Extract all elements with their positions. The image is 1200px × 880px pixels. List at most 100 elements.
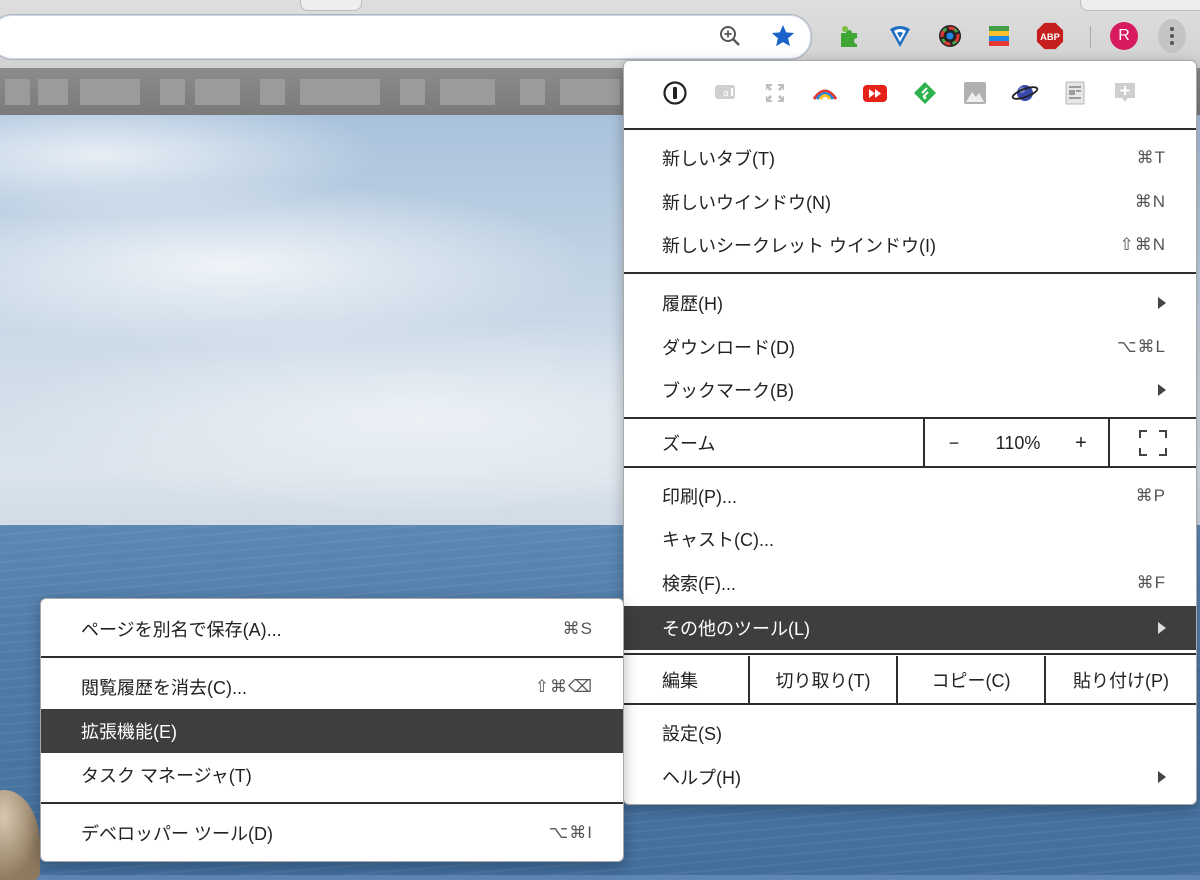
menu-item-new-tab[interactable]: 新しいタブ(T) ⌘T: [624, 136, 1196, 180]
adblock-label: ABP: [1040, 32, 1060, 42]
feedly-icon[interactable]: [911, 79, 939, 107]
adblock-extension-icon[interactable]: ABP: [1036, 22, 1064, 50]
developer-tools-label: デベロッパー ツール(D): [81, 824, 273, 844]
extensions-label: 拡張機能(E): [81, 722, 177, 742]
zoom-icon[interactable]: [716, 22, 744, 50]
menu-separator: [624, 703, 1196, 705]
bookmark-star-icon[interactable]: [769, 22, 797, 50]
menu-item-find[interactable]: 検索(F)... ⌘F: [624, 561, 1196, 605]
save-page-label: ページを別名で保存(A)...: [81, 620, 282, 640]
menu-item-downloads[interactable]: ダウンロード(D) ⌥⌘L: [624, 325, 1196, 369]
clear-browsing-shortcut: ⇧⌘⌫: [534, 677, 593, 696]
menu-separator: [41, 656, 623, 658]
bookmarks-label: ブックマーク(B): [662, 381, 794, 401]
paste-button[interactable]: 貼り付け(P): [1046, 656, 1196, 704]
menu-item-settings[interactable]: 設定(S): [624, 711, 1196, 755]
three-dots-icon: [1158, 19, 1186, 53]
bookmark-item[interactable]: [520, 79, 545, 105]
more-tools-submenu: ページを別名で保存(A)... ⌘S 閲覧履歴を消去(C)... ⇧⌘⌫ 拡張機…: [40, 598, 624, 862]
bookmark-item[interactable]: [260, 79, 285, 105]
fullscreen-button[interactable]: [1110, 419, 1196, 467]
arrows-extension-icon[interactable]: [761, 79, 789, 107]
bookmark-item[interactable]: [38, 79, 68, 105]
print-shortcut: ⌘P: [1135, 486, 1166, 505]
tab-stub[interactable]: [300, 0, 362, 11]
submenu-arrow-icon: [1158, 297, 1166, 309]
clear-browsing-label: 閲覧履歴を消去(C)...: [81, 678, 247, 698]
new-window-shortcut: ⌘N: [1134, 192, 1166, 211]
bookmark-item[interactable]: [5, 79, 30, 105]
menu-item-save-page[interactable]: ページを別名で保存(A)... ⌘S: [41, 607, 623, 651]
bookmark-item[interactable]: [195, 79, 240, 105]
1password-icon[interactable]: [661, 79, 689, 107]
downloads-label: ダウンロード(D): [662, 338, 795, 358]
zoom-in-button[interactable]: +: [1054, 419, 1108, 467]
menu-item-extensions[interactable]: 拡張機能(E): [41, 709, 623, 753]
menu-item-developer-tools[interactable]: デベロッパー ツール(D) ⌥⌘I: [41, 811, 623, 855]
menu-item-cast[interactable]: キャスト(C)...: [624, 517, 1196, 561]
menu-item-print[interactable]: 印刷(P)... ⌘P: [624, 474, 1196, 518]
color-bars-extension-icon[interactable]: [985, 22, 1013, 50]
bookmark-item[interactable]: [160, 79, 185, 105]
developer-tools-shortcut: ⌥⌘I: [548, 823, 593, 842]
cut-button[interactable]: 切り取り(T): [750, 656, 896, 704]
bookmark-item[interactable]: [80, 79, 140, 105]
history-label: 履歴(H): [662, 294, 723, 314]
menu-item-history[interactable]: 履歴(H): [624, 281, 1196, 325]
photo-extension-icon[interactable]: [961, 79, 989, 107]
rainbow-arc-extension-icon[interactable]: [811, 79, 839, 107]
svg-text:a: a: [723, 88, 729, 99]
chrome-menu-button[interactable]: [1158, 19, 1186, 53]
submenu-arrow-icon: [1158, 771, 1166, 783]
puzzle-extension-icon[interactable]: [836, 22, 864, 50]
zoom-value: 110%: [995, 432, 1041, 453]
toolbar-divider: [1090, 26, 1091, 48]
help-label: ヘルプ(H): [662, 768, 741, 788]
menu-separator: [624, 128, 1196, 130]
address-bar[interactable]: [0, 14, 812, 60]
submenu-arrow-icon: [1158, 622, 1166, 634]
add-comment-extension-icon[interactable]: [1111, 79, 1139, 107]
copy-button[interactable]: コピー(C): [898, 656, 1044, 704]
youtube-extension-icon[interactable]: [861, 79, 889, 107]
colorful-circle-extension-icon[interactable]: [936, 22, 964, 50]
avatar-letter: R: [1110, 22, 1138, 50]
find-shortcut: ⌘F: [1136, 573, 1166, 592]
more-tools-label: その他のツール(L): [662, 619, 810, 639]
bookmark-item[interactable]: [400, 79, 425, 105]
tab-stub[interactable]: [1080, 0, 1200, 11]
menu-separator: [41, 802, 623, 804]
bookmark-item[interactable]: [300, 79, 380, 105]
menu-item-new-incognito[interactable]: 新しいシークレット ウインドウ(I) ⇧⌘N: [624, 223, 1196, 267]
new-tab-label: 新しいタブ(T): [662, 149, 775, 169]
print-label: 印刷(P)...: [662, 487, 737, 507]
downloads-shortcut: ⌥⌘L: [1116, 337, 1166, 356]
find-label: 検索(F)...: [662, 574, 736, 594]
menu-separator: [624, 653, 1196, 655]
submenu-arrow-icon: [1158, 384, 1166, 396]
new-tab-shortcut: ⌘T: [1136, 148, 1166, 167]
planet-extension-icon[interactable]: [1011, 79, 1039, 107]
bookmark-item[interactable]: [440, 79, 495, 105]
menu-item-clear-browsing-data[interactable]: 閲覧履歴を消去(C)... ⇧⌘⌫: [41, 665, 623, 709]
fullscreen-icon: [1139, 430, 1167, 456]
document-extension-icon[interactable]: [1061, 79, 1089, 107]
new-incognito-shortcut: ⇧⌘N: [1119, 235, 1166, 254]
zoom-label: ズーム: [662, 434, 716, 454]
chrome-main-menu: a 新しいタブ(T) ⌘T 新しいウインドウ(N) ⌘N 新しいシークレット ウ…: [623, 60, 1197, 805]
menu-separator: [624, 466, 1196, 468]
amazon-assistant-icon[interactable]: a: [711, 79, 739, 107]
new-window-label: 新しいウインドウ(N): [662, 193, 831, 213]
wifi-shield-extension-icon[interactable]: [886, 22, 914, 50]
menu-item-bookmarks[interactable]: ブックマーク(B): [624, 368, 1196, 412]
edit-label: 編集: [662, 671, 698, 691]
profile-avatar[interactable]: R: [1110, 22, 1138, 50]
menu-item-help[interactable]: ヘルプ(H): [624, 755, 1196, 799]
task-manager-label: タスク マネージャ(T): [81, 766, 252, 786]
menu-item-new-window[interactable]: 新しいウインドウ(N) ⌘N: [624, 180, 1196, 224]
zoom-out-button[interactable]: −: [926, 419, 982, 467]
bookmark-item[interactable]: [560, 79, 620, 105]
menu-item-more-tools[interactable]: その他のツール(L): [624, 606, 1196, 650]
menu-separator: [624, 272, 1196, 274]
menu-item-task-manager[interactable]: タスク マネージャ(T): [41, 753, 623, 797]
